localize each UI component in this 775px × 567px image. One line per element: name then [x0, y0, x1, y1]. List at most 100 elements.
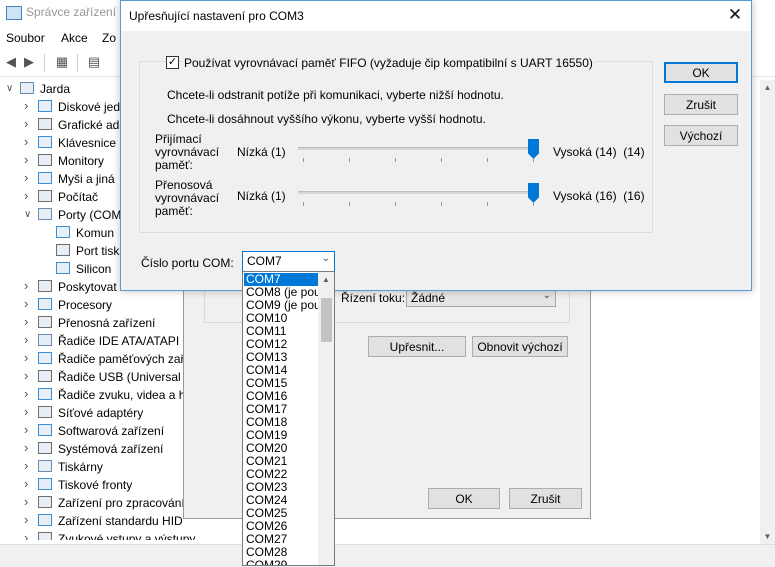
dropdown-scrollbar[interactable]: ▲	[318, 272, 334, 565]
menu-view[interactable]: Zo	[102, 31, 116, 45]
chevron-right-icon[interactable]: ›	[24, 494, 34, 509]
device-category-icon	[38, 370, 52, 382]
tree-item[interactable]: › Řadiče paměťových zaří	[0, 350, 200, 368]
cancel-button[interactable]: Zrušit	[664, 94, 738, 115]
restore-defaults-button[interactable]: Obnovit výchozí	[472, 336, 568, 357]
tree-item[interactable]: › Řadiče zvuku, videa a h	[0, 386, 200, 404]
fifo-checkbox-label[interactable]: Používat vyrovnávací paměť FIFO (vyžaduj…	[182, 56, 595, 70]
chevron-right-icon[interactable]: ›	[24, 152, 34, 167]
chevron-right-icon[interactable]: ›	[24, 404, 34, 419]
tree-item[interactable]: › Procesory	[0, 296, 200, 314]
close-icon[interactable]: ✕	[723, 5, 747, 27]
ok-button[interactable]: OK	[664, 62, 738, 83]
device-category-icon	[38, 316, 52, 328]
com-option[interactable]: COM23	[244, 481, 320, 494]
com-option[interactable]: COM18	[244, 416, 320, 429]
tree-item[interactable]: › Zařízení pro zpracování	[0, 494, 200, 512]
com-option[interactable]: COM19	[244, 429, 320, 442]
chevron-right-icon[interactable]: ›	[24, 386, 34, 401]
com-option[interactable]: COM27	[244, 533, 320, 546]
help-sheet-icon[interactable]: ▤	[86, 54, 102, 70]
com-option[interactable]: COM13	[244, 351, 320, 364]
chevron-right-icon[interactable]: ›	[24, 296, 34, 311]
chevron-right-icon[interactable]: ›	[24, 440, 34, 455]
chevron-right-icon[interactable]: ›	[24, 134, 34, 149]
tree-item[interactable]: › Zvukové vstupy a výstupy	[0, 530, 200, 540]
transmit-slider-track[interactable]	[298, 191, 539, 194]
device-category-icon	[38, 532, 52, 540]
tree-item[interactable]: › Přenosná zařízení	[0, 314, 200, 332]
com-option[interactable]: COM8 (je použi	[244, 286, 320, 299]
com-option[interactable]: COM16	[244, 390, 320, 403]
scroll-up-arrow-icon[interactable]: ▲	[318, 272, 334, 287]
com-port-select[interactable]: COM7 ⌄	[242, 251, 335, 272]
props-cancel-button[interactable]: Zrušit	[509, 488, 582, 509]
com-option[interactable]: COM28	[244, 546, 320, 559]
com-option[interactable]: COM20	[244, 442, 320, 455]
chevron-right-icon[interactable]: ›	[24, 116, 34, 131]
chevron-right-icon[interactable]: ›	[24, 314, 34, 329]
menu-action[interactable]: Akce	[61, 31, 88, 45]
chevron-right-icon[interactable]: ›	[24, 476, 34, 491]
tree-item[interactable]: › Zařízení standardu HID	[0, 512, 200, 530]
slider-tick	[487, 202, 488, 206]
defaults-button[interactable]: Výchozí	[664, 125, 738, 146]
tree-item-label: Tiskárny	[58, 460, 103, 474]
scroll-down-arrow-icon[interactable]: ▼	[760, 529, 775, 544]
chevron-right-icon[interactable]: ›	[24, 530, 34, 540]
chevron-right-icon[interactable]: ›	[24, 350, 34, 365]
tree-item-label: Síťové adaptéry	[58, 406, 144, 420]
com-option[interactable]: COM7	[244, 273, 320, 286]
forward-arrow-icon[interactable]: ▶	[21, 54, 37, 70]
advanced-button[interactable]: Upřesnit...	[368, 336, 466, 357]
com-option[interactable]: COM24	[244, 494, 320, 507]
chevron-right-icon[interactable]: ›	[24, 458, 34, 473]
com-option[interactable]: COM11	[244, 325, 320, 338]
chevron-right-icon[interactable]: ›	[24, 422, 34, 437]
menu-file[interactable]: Soubor	[6, 31, 45, 45]
main-vertical-scrollbar[interactable]: ▲ ▼	[760, 80, 775, 544]
back-arrow-icon[interactable]: ◀	[3, 54, 19, 70]
com-option[interactable]: COM29	[244, 559, 320, 565]
scroll-up-arrow-icon[interactable]: ▲	[760, 80, 775, 95]
chevron-right-icon[interactable]: ›	[24, 512, 34, 527]
com-option[interactable]: COM21	[244, 455, 320, 468]
com-option[interactable]: COM14	[244, 364, 320, 377]
tree-item-label: Myši a jiná	[58, 172, 115, 186]
tree-item[interactable]: › Řadiče USB (Universal S	[0, 368, 200, 386]
com-option[interactable]: COM10	[244, 312, 320, 325]
com-option[interactable]: COM17	[244, 403, 320, 416]
com-option[interactable]: COM22	[244, 468, 320, 481]
tree-item[interactable]: › Systémová zařízení	[0, 440, 200, 458]
tree-item[interactable]: › Síťové adaptéry	[0, 404, 200, 422]
chevron-right-icon[interactable]: ›	[24, 278, 34, 293]
com-option[interactable]: COM26	[244, 520, 320, 533]
tree-item[interactable]: › Tiskárny	[0, 458, 200, 476]
props-ok-button[interactable]: OK	[428, 488, 500, 509]
chevron-right-icon[interactable]: ›	[24, 332, 34, 347]
fifo-checkbox[interactable]: ✓	[166, 56, 179, 69]
com-port-value: COM7	[247, 254, 282, 268]
chevron-right-icon[interactable]: ›	[24, 188, 34, 203]
chevron-right-icon[interactable]: ›	[24, 98, 34, 113]
chevron-right-icon[interactable]: ›	[24, 368, 34, 383]
properties-grid-icon[interactable]: ▦	[54, 54, 70, 70]
com-option[interactable]: COM15	[244, 377, 320, 390]
chevron-down-icon[interactable]: ∨	[24, 209, 34, 220]
device-category-icon	[38, 118, 52, 130]
tree-item[interactable]: › Tiskové fronty	[0, 476, 200, 494]
chevron-down-icon[interactable]: ∨	[6, 83, 16, 94]
receive-slider-track[interactable]	[298, 147, 539, 150]
dropdown-scroll-thumb[interactable]	[321, 298, 332, 342]
transmit-buffer-label: Přenosová vyrovnávací paměť:	[155, 178, 220, 218]
com-option[interactable]: COM25	[244, 507, 320, 520]
com-option[interactable]: COM9 (je použi	[244, 299, 320, 312]
tree-item-label: Tiskové fronty	[58, 478, 133, 492]
tree-item[interactable]: › Řadiče IDE ATA/ATAPI	[0, 332, 200, 350]
chevron-right-icon[interactable]: ›	[24, 170, 34, 185]
tree-item[interactable]: › Softwarová zařízení	[0, 422, 200, 440]
tree-item-label: Řadiče paměťových zaří	[58, 352, 188, 366]
tree-item-label: Řadiče USB (Universal S	[58, 370, 193, 384]
com-option[interactable]: COM12	[244, 338, 320, 351]
tree-item-label: Softwarová zařízení	[58, 424, 165, 438]
